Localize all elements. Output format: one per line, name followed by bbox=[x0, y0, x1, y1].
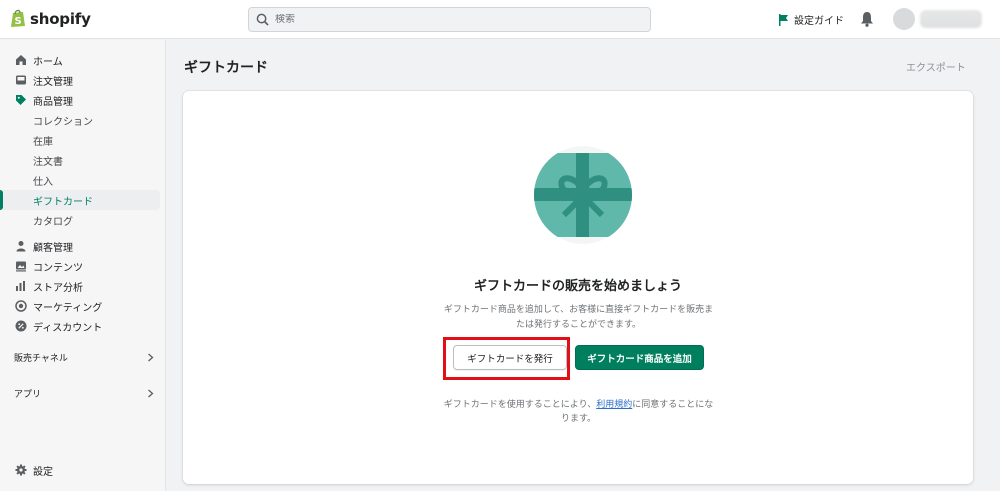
sidebar-item-label: コンテンツ bbox=[33, 262, 83, 274]
person-icon bbox=[16, 241, 26, 252]
discount-icon bbox=[15, 320, 27, 332]
sidebar-item-label: マーケティング bbox=[33, 302, 103, 314]
inbox-icon bbox=[16, 75, 26, 85]
sidebar-item-collections[interactable]: コレクション bbox=[0, 110, 160, 130]
setup-guide-label: 設定ガイド bbox=[794, 16, 844, 27]
sidebar-item-products[interactable]: 商品管理 bbox=[0, 90, 160, 110]
gear-icon bbox=[15, 464, 27, 476]
page-title: ギフトカード bbox=[184, 60, 268, 76]
sidebar-item-settings[interactable]: 設定 bbox=[0, 460, 160, 480]
bar-chart-icon bbox=[16, 281, 25, 291]
sidebar-item-label: ギフトカード bbox=[33, 196, 93, 208]
apps-label: アプリ bbox=[14, 390, 42, 400]
sidebar-item-discounts[interactable]: ディスカウント bbox=[0, 316, 160, 336]
sidebar-item-purchase-orders[interactable]: 注文書 bbox=[0, 150, 160, 170]
sidebar-item-marketing[interactable]: マーケティング bbox=[0, 296, 160, 316]
sidebar-item-content[interactable]: コンテンツ bbox=[0, 256, 160, 276]
sidebar-item-customers[interactable]: 顧客管理 bbox=[0, 236, 160, 256]
sidebar-item-label: ストア分析 bbox=[33, 282, 83, 294]
sidebar-item-home[interactable]: ホーム bbox=[0, 50, 160, 70]
bell-icon[interactable] bbox=[860, 11, 874, 27]
tag-icon bbox=[16, 95, 26, 105]
image-icon bbox=[16, 261, 26, 272]
export-button[interactable]: エクスポート bbox=[906, 59, 966, 74]
search-input[interactable] bbox=[275, 14, 635, 25]
empty-state-card: ギフトカードの販売を始めましょう ギフトカード商品を追加して、お客様に直接ギフト… bbox=[183, 91, 973, 484]
sidebar-item-label: コレクション bbox=[33, 116, 93, 128]
empty-state-heading: ギフトカードの販売を始めましょう bbox=[473, 279, 682, 294]
home-icon bbox=[16, 55, 26, 65]
sidebar-item-label: 商品管理 bbox=[33, 96, 73, 108]
search-icon bbox=[256, 13, 269, 26]
sidebar-item-label: 設定 bbox=[33, 466, 53, 478]
gift-card-illustration-icon bbox=[534, 146, 632, 244]
setup-guide-link[interactable]: 設定ガイド bbox=[778, 12, 844, 27]
empty-state-description: ギフトカード商品を追加して、お客様に直接ギフトカードを販売または発行することがで… bbox=[443, 305, 714, 330]
svg-text:S: S bbox=[15, 16, 22, 27]
chevron-right-icon bbox=[148, 389, 154, 398]
sidebar-item-inventory[interactable]: 在庫 bbox=[0, 130, 160, 150]
add-gift-card-product-button[interactable]: ギフトカード商品を追加 bbox=[575, 345, 704, 370]
sidebar-item-label: カタログ bbox=[33, 216, 73, 228]
chevron-right-icon bbox=[148, 353, 154, 362]
issue-gift-card-button[interactable]: ギフトカードを発行 bbox=[453, 345, 567, 370]
apps-section[interactable]: アプリ bbox=[14, 387, 154, 400]
sidebar-item-orders[interactable]: 注文管理 bbox=[0, 70, 160, 90]
sidebar-item-gift-cards[interactable]: ギフトカード bbox=[0, 190, 160, 210]
terms-link[interactable]: 利用規約 bbox=[596, 400, 632, 410]
avatar[interactable] bbox=[893, 8, 915, 30]
sidebar-item-transfers[interactable]: 仕入 bbox=[0, 170, 160, 190]
shopify-bag-icon: S bbox=[11, 9, 25, 27]
sidebar-item-label: ディスカウント bbox=[33, 322, 103, 334]
sidebar-item-label: ホーム bbox=[33, 56, 63, 68]
sidebar-item-label: 注文管理 bbox=[33, 76, 73, 88]
search-bar[interactable] bbox=[248, 7, 651, 32]
sidebar-item-analytics[interactable]: ストア分析 bbox=[0, 276, 160, 296]
shopify-logo[interactable]: S shopify bbox=[10, 9, 91, 28]
top-bar: S shopify 設定ガイド bbox=[0, 0, 1000, 39]
sidebar: ホーム 注文管理 商品管理 コレクション 在庫 注文書 仕入 ギフトカード カタ… bbox=[0, 40, 166, 491]
sales-channels-label: 販売チャネル bbox=[14, 354, 68, 364]
terms-notice: ギフトカードを使用することにより、利用規約に同意することになります。 bbox=[441, 398, 716, 426]
terms-text-before: ギフトカードを使用することにより、 bbox=[443, 400, 597, 410]
sidebar-item-label: 顧客管理 bbox=[33, 242, 73, 254]
sidebar-item-label: 在庫 bbox=[33, 136, 53, 148]
sales-channels-section[interactable]: 販売チャネル bbox=[14, 351, 154, 364]
store-name-blurred[interactable] bbox=[920, 10, 982, 28]
flag-icon bbox=[779, 13, 788, 26]
shopify-wordmark: shopify bbox=[30, 9, 91, 28]
target-icon bbox=[15, 300, 27, 312]
sidebar-item-label: 仕入 bbox=[33, 176, 53, 188]
sidebar-item-label: 注文書 bbox=[33, 156, 63, 168]
sidebar-item-catalogs[interactable]: カタログ bbox=[0, 210, 160, 230]
